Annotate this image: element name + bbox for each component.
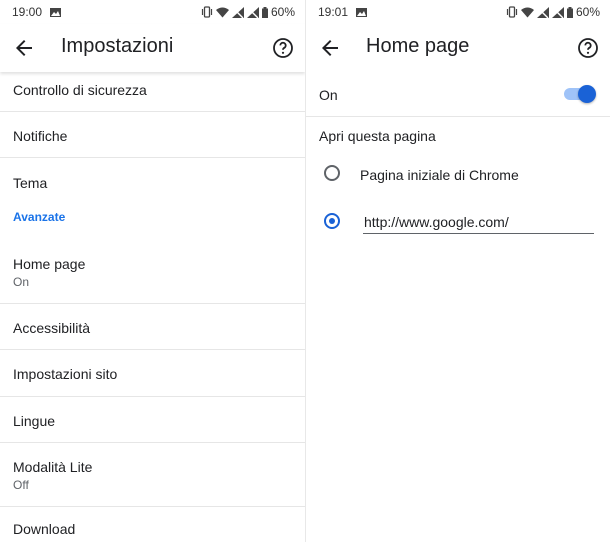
settings-item-label: Lingue [13,413,56,429]
settings-item-subtitle: On [13,275,30,289]
switch-thumb [578,85,596,103]
status-time: 19:00 [12,5,43,19]
app-bar: Home page [306,24,610,72]
settings-item-lite-mode[interactable]: Modalità Lite Off [0,443,305,507]
settings-item-label: Home page [13,256,86,272]
back-arrow-icon[interactable] [318,36,342,60]
settings-screen: 19:00 60% Impostazioni Controllo di sicu… [0,0,305,542]
battery-level: 60% [270,5,295,19]
wifi-icon [215,7,229,17]
radio-option-label: Pagina iniziale di Chrome [360,167,519,183]
app-bar: Impostazioni [0,24,305,72]
page-title: Impostazioni [61,35,174,57]
no-signal-icon [536,6,549,18]
no-signal-icon [551,6,564,18]
battery-icon [261,6,268,18]
vibrate-icon [506,6,518,18]
help-icon[interactable] [271,36,295,60]
settings-item-label: Notifiche [13,128,68,144]
vibrate-icon [201,6,213,18]
back-arrow-icon[interactable] [12,36,36,60]
home-page-switch[interactable] [564,85,596,103]
wifi-icon [520,7,534,17]
toggle-label: On [319,87,338,103]
radio-option-chrome-home[interactable]: Pagina iniziale di Chrome [306,155,610,195]
screenshot-pair: 19:00 60% Impostazioni Controllo di sicu… [0,0,610,542]
home-page-screen: 19:01 60% Home page On Apri questa pagin… [305,0,610,542]
settings-item-label: Accessibilità [13,320,91,336]
status-time: 19:01 [318,5,349,19]
settings-item-subtitle: Off [13,478,29,492]
battery-level: 60% [575,5,600,19]
radio-button[interactable] [324,165,340,181]
settings-item-accessibility[interactable]: Accessibilità [0,304,305,350]
open-this-page-label: Apri questa pagina [319,128,436,144]
battery-icon [566,6,573,18]
page-title: Home page [366,35,470,57]
settings-item-label: Impostazioni sito [13,366,118,382]
photo-icon [356,7,368,17]
section-header-advanced: Avanzate [0,204,305,234]
radio-button-checked[interactable] [324,213,340,229]
settings-list: Controllo di sicurezza Notifiche Tema Av… [0,72,305,542]
no-signal-icon [231,6,244,18]
settings-item-label: Tema [13,175,48,191]
settings-item-label: Download [13,521,76,537]
status-icons: 60% [506,5,600,19]
home-page-toggle-row[interactable]: On [306,72,610,117]
settings-item-downloads[interactable]: Download [0,507,305,542]
settings-item-languages[interactable]: Lingue [0,397,305,443]
section-label: Avanzate [13,210,66,224]
radio-option-custom-url[interactable] [306,203,610,243]
settings-item-safety-check[interactable]: Controllo di sicurezza [0,72,305,112]
status-bar: 19:00 60% [0,0,305,24]
status-bar: 19:01 60% [306,0,610,24]
settings-item-label: Controllo di sicurezza [13,82,147,98]
settings-item-site-settings[interactable]: Impostazioni sito [0,350,305,397]
help-icon[interactable] [576,36,600,60]
no-signal-icon [246,6,259,18]
status-icons: 60% [201,5,295,19]
custom-url-input[interactable] [363,211,594,234]
settings-item-theme[interactable]: Tema [0,158,305,204]
settings-item-notifications[interactable]: Notifiche [0,112,305,158]
photo-icon [50,7,62,17]
settings-item-home-page[interactable]: Home page On [0,234,305,304]
settings-item-label: Modalità Lite [13,459,93,475]
